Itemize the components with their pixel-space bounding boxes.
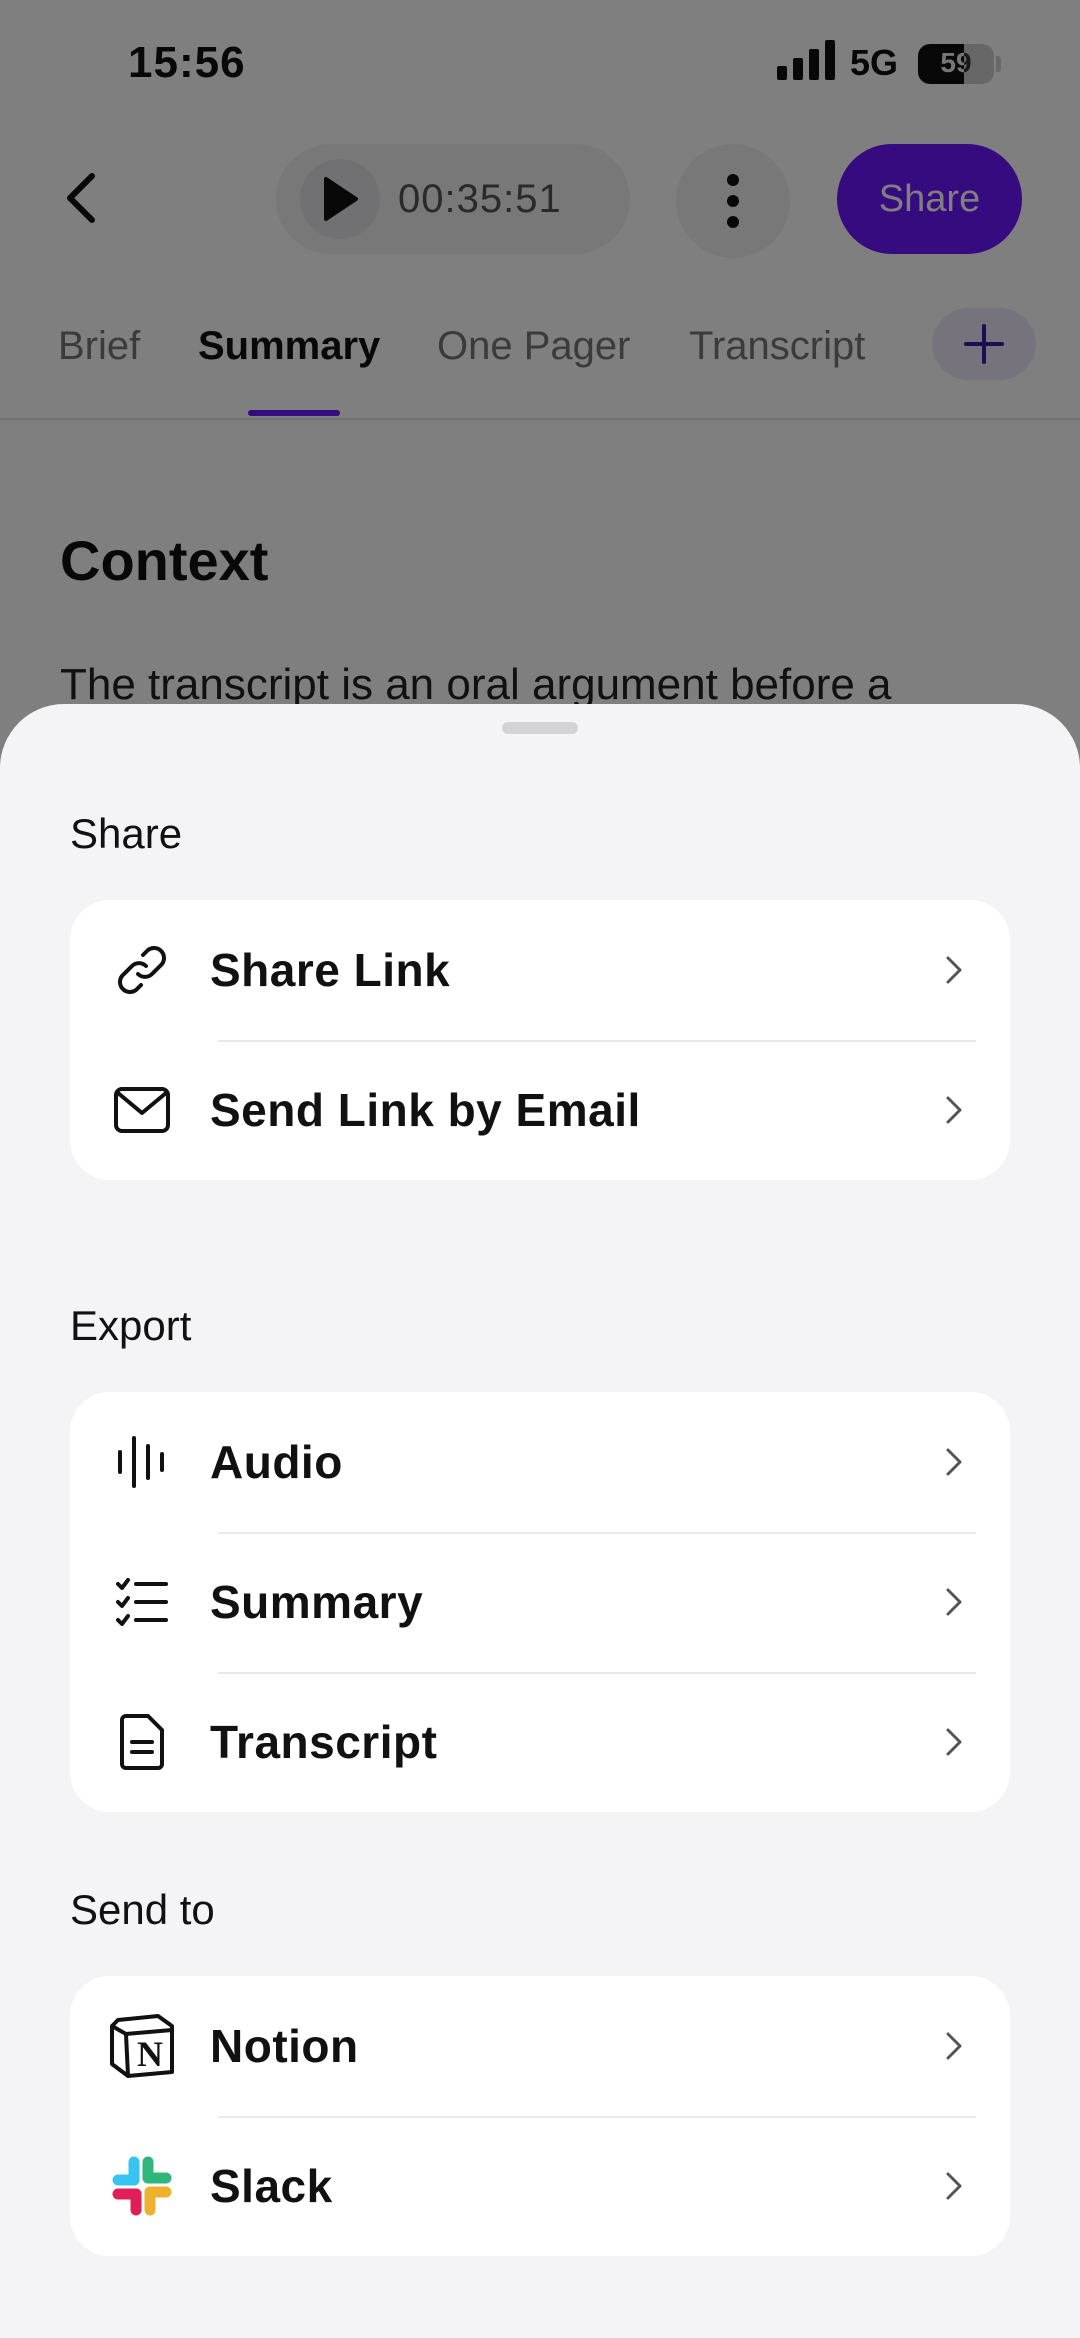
chevron-right-icon: [946, 956, 962, 984]
export-transcript-label: Transcript: [210, 1716, 438, 1768]
share-link-label: Share Link: [210, 944, 451, 996]
slack-logo-icon: [108, 2152, 176, 2220]
notion-logo-icon: N: [108, 2012, 176, 2080]
export-audio-row[interactable]: Audio: [70, 1392, 1010, 1532]
share-section-title: Share: [70, 810, 183, 857]
send-link-by-email-row[interactable]: Send Link by Email: [70, 1040, 1010, 1180]
share-sheet: Share Share Link Send Link by Email Expo…: [0, 704, 1080, 2338]
share-link-row[interactable]: Share Link: [70, 900, 1010, 1040]
document-icon: [108, 1708, 176, 1776]
audio-waveform-icon: [108, 1428, 176, 1496]
send-to-notion-label: Notion: [210, 2020, 359, 2072]
mail-icon: [108, 1076, 176, 1144]
export-section-title: Export: [70, 1302, 192, 1349]
share-card: Share Link Send Link by Email: [70, 900, 1010, 1180]
send-link-by-email-label: Send Link by Email: [210, 1084, 641, 1136]
svg-text:N: N: [137, 2034, 163, 2074]
send-to-section-title: Send to: [70, 1886, 215, 1933]
link-icon: [108, 936, 176, 1004]
send-to-notion-row[interactable]: N Notion: [70, 1976, 1010, 2116]
export-card: Audio Summary Transcript: [70, 1392, 1010, 1812]
send-to-slack-row[interactable]: Slack: [70, 2116, 1010, 2256]
chevron-right-icon: [946, 1588, 962, 1616]
chevron-right-icon: [946, 2172, 962, 2200]
chevron-right-icon: [946, 1728, 962, 1756]
checklist-icon: [108, 1568, 176, 1636]
chevron-right-icon: [946, 1448, 962, 1476]
export-summary-row[interactable]: Summary: [70, 1532, 1010, 1672]
export-transcript-row[interactable]: Transcript: [70, 1672, 1010, 1812]
export-audio-label: Audio: [210, 1436, 343, 1488]
chevron-right-icon: [946, 1096, 962, 1124]
send-to-slack-label: Slack: [210, 2160, 333, 2212]
send-to-card: N Notion Slack: [70, 1976, 1010, 2256]
export-summary-label: Summary: [210, 1576, 424, 1628]
chevron-right-icon: [946, 2032, 962, 2060]
sheet-grabber[interactable]: [502, 722, 578, 734]
